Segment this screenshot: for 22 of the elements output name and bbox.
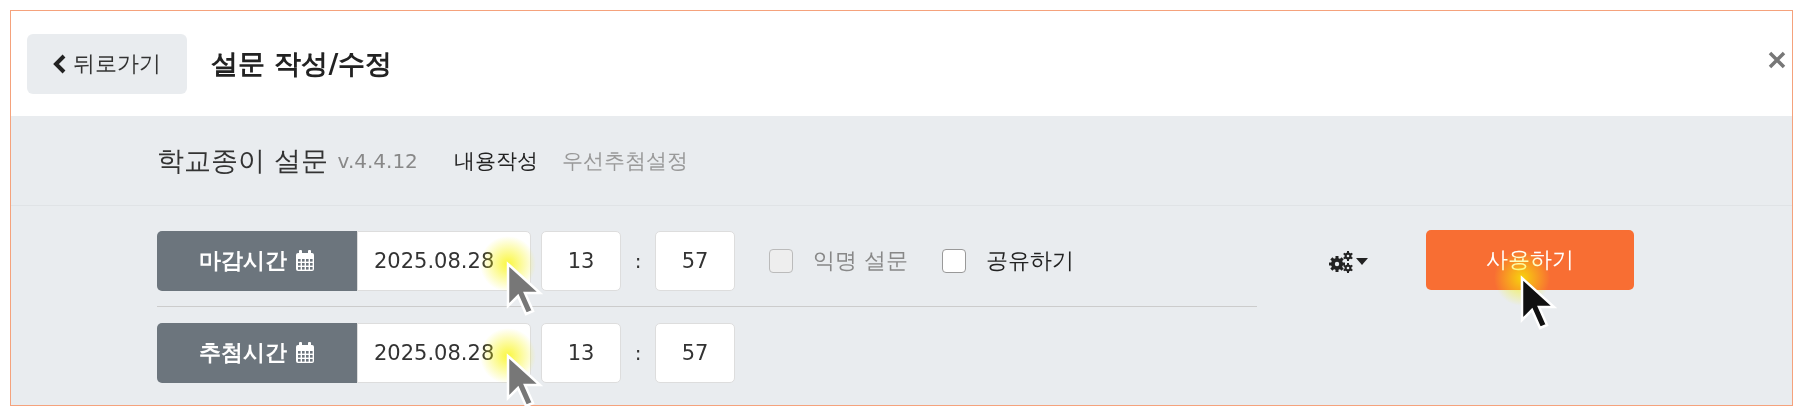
checkbox-label: 공유하기 <box>986 246 1074 275</box>
gears-icon <box>1327 250 1354 274</box>
time-label-text: 마감시간 <box>199 246 287 275</box>
hour-field[interactable]: 13 <box>541 230 621 291</box>
checkbox[interactable] <box>942 248 966 273</box>
page-title: 설문 작성/수정 <box>211 46 393 81</box>
chevron-left-icon <box>53 53 67 74</box>
app-name: 학교종이 설문 <box>157 143 328 178</box>
checkbox-label: 익명 설문 <box>813 246 908 275</box>
time-separator: : <box>633 341 643 365</box>
back-button[interactable]: 뒤로가기 <box>27 33 187 94</box>
calendar-icon <box>295 342 315 364</box>
back-label: 뒤로가기 <box>73 49 161 78</box>
tab[interactable]: 내용작성 <box>453 146 538 175</box>
minute-field[interactable]: 57 <box>655 323 735 383</box>
hour-field[interactable]: 13 <box>541 323 621 383</box>
caret-icon <box>1356 258 1368 266</box>
calendar-icon <box>295 249 315 272</box>
minute-field[interactable]: 57 <box>655 230 735 291</box>
version-label: v.4.4.12 <box>337 148 418 173</box>
time-label-text: 추첨시간 <box>199 339 287 367</box>
time-separator: : <box>633 248 643 273</box>
